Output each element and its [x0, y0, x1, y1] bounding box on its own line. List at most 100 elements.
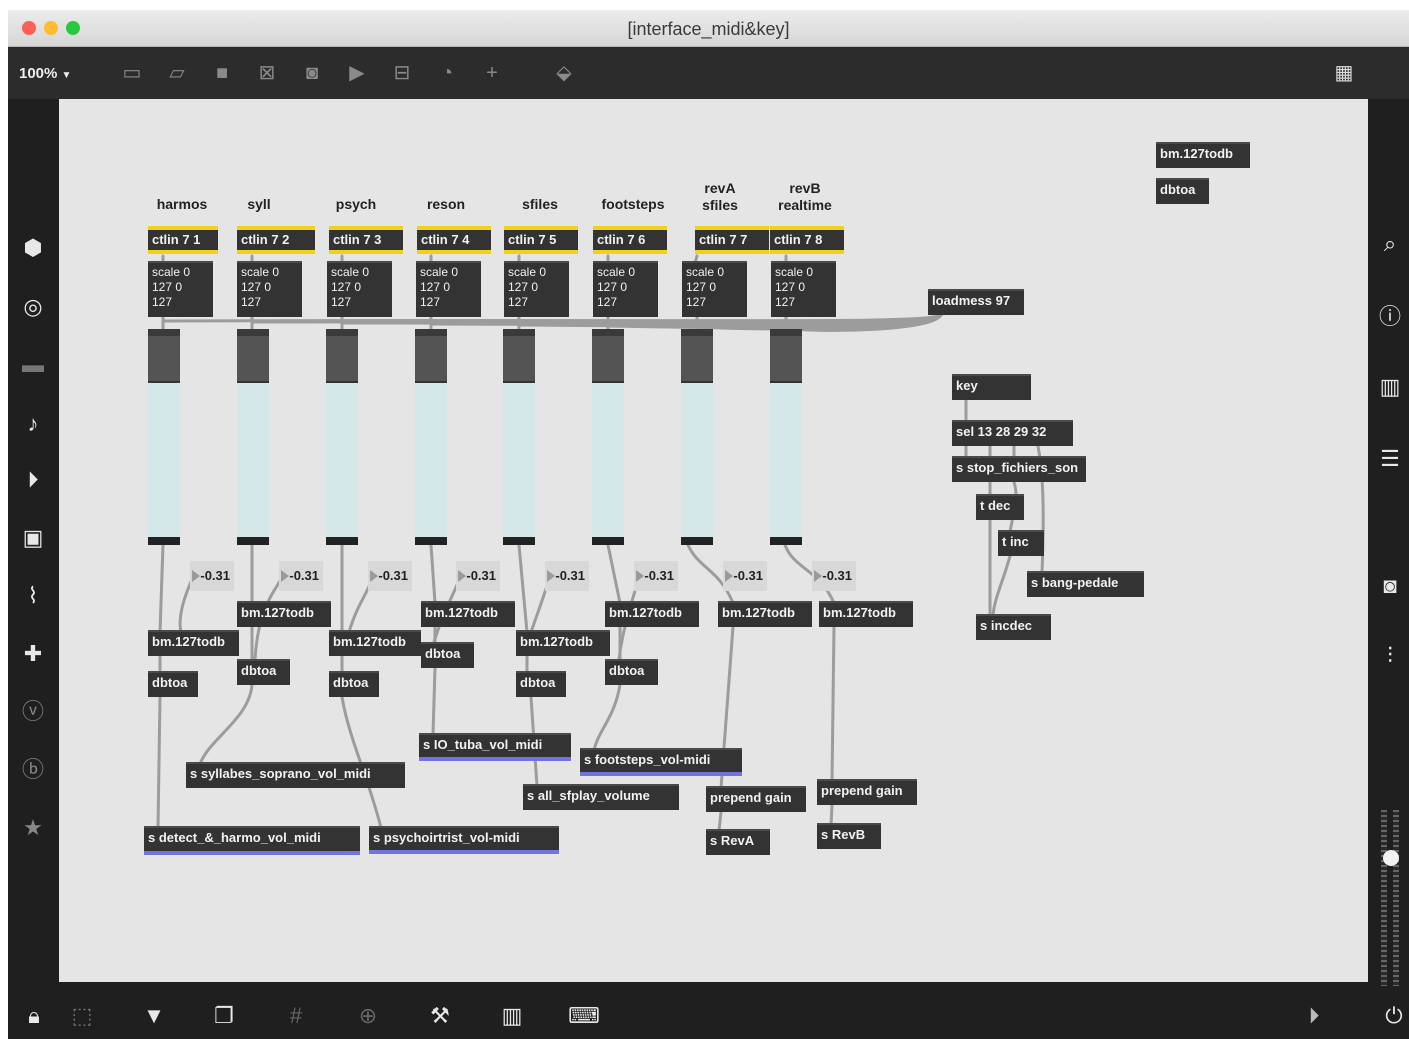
todb-object-2[interactable]: bm.127todb [237, 601, 331, 627]
number-box-7[interactable]: -0.31 [723, 561, 767, 591]
media-strip-icon[interactable]: ▬ [18, 350, 48, 380]
vst-icon[interactable]: ⓥ [18, 697, 48, 727]
ctlin-object-6[interactable]: ctlin 7 6 [593, 226, 667, 254]
zoom-level-menu[interactable]: 100% ▼ [19, 65, 71, 82]
scale-object-6[interactable]: scale 0 127 0 127 [593, 261, 658, 317]
number-box-icon[interactable]: ▶ [344, 61, 370, 85]
wrench-icon[interactable]: ⚒︎ [424, 1000, 456, 1032]
send-psychoir-object[interactable]: s psychoirtrist_vol-midi [369, 826, 559, 854]
add-object-icon[interactable]: + [479, 61, 505, 85]
todb-object-7[interactable]: bm.127todb [718, 601, 812, 627]
volume-slider-1[interactable] [148, 329, 180, 545]
grid-dots-icon[interactable]: ▦ [1331, 61, 1357, 85]
slider-icon[interactable]: ⊟ [389, 61, 415, 85]
todb-object-1[interactable]: bm.127todb [148, 630, 239, 656]
prepend-gain-b-object[interactable]: prepend gain [817, 779, 917, 805]
number-box-6[interactable]: -0.31 [634, 561, 678, 591]
volume-slider-4[interactable] [415, 329, 447, 545]
search-icon[interactable]: ⌕ [1375, 229, 1405, 259]
presentation-mode-icon[interactable]: ⬚ [66, 1000, 98, 1032]
volume-slider-3[interactable] [326, 329, 358, 545]
prepend-gain-a-object[interactable]: prepend gain [706, 786, 806, 812]
mixer-icon[interactable]: ⫶ [1375, 641, 1405, 671]
package-icon[interactable]: ⬢ [18, 233, 48, 263]
corner-todb-object[interactable]: bm.127todb [1156, 142, 1250, 168]
dbtoa-object-3[interactable]: dbtoa [329, 671, 379, 697]
send-stop-object[interactable]: s stop_fichiers_son [952, 456, 1086, 482]
number-box-8[interactable]: -0.31 [812, 561, 856, 591]
scale-object-2[interactable]: scale 0 127 0 127 [237, 261, 302, 317]
t-inc-object[interactable]: t inc [998, 530, 1044, 556]
target-icon[interactable]: ◎ [18, 292, 48, 322]
comment-icon[interactable]: ■ [209, 61, 235, 85]
volume-slider-6[interactable] [592, 329, 624, 545]
play-frames-icon[interactable]: ⏵ [18, 465, 48, 495]
dbtoa-object-2[interactable]: dbtoa [237, 659, 290, 685]
volume-slider-2[interactable] [237, 329, 269, 545]
ctlin-object-3[interactable]: ctlin 7 3 [329, 226, 403, 254]
windows-icon[interactable]: ❐ [208, 1000, 240, 1032]
list-icon[interactable]: ☰ [1375, 444, 1405, 474]
number-box-2[interactable]: -0.31 [279, 561, 323, 591]
music-note-icon[interactable]: ♪ [18, 409, 48, 439]
message-box-icon[interactable]: ▱ [164, 61, 190, 85]
send-bang-pedale-object[interactable]: s bang-pedale [1027, 571, 1144, 597]
dial-icon[interactable]: ◔ [434, 61, 460, 85]
book-icon[interactable]: ▥ [1375, 372, 1405, 402]
number-box-4[interactable]: -0.31 [456, 561, 500, 591]
send-footsteps-object[interactable]: s footsteps_vol-midi [580, 748, 742, 776]
dbtoa-object-4[interactable]: dbtoa [421, 642, 474, 668]
scale-object-5[interactable]: scale 0 127 0 127 [504, 261, 569, 317]
number-box-5[interactable]: -0.31 [545, 561, 589, 591]
t-dec-object[interactable]: t dec [976, 494, 1024, 520]
star-icon[interactable]: ★ [18, 813, 48, 843]
volume-slider-7[interactable] [681, 329, 713, 545]
ctlin-object-5[interactable]: ctlin 7 5 [504, 226, 578, 254]
grid-icon[interactable]: # [280, 1000, 312, 1032]
send-harmo-object[interactable]: s detect_&_harmo_vol_midi [144, 826, 360, 855]
lock-icon[interactable]: 🔒︎ [18, 1000, 50, 1032]
todb-object-8[interactable]: bm.127todb [819, 601, 913, 627]
volume-knob[interactable] [1383, 850, 1399, 866]
power-icon[interactable]: ⏻ [1378, 1000, 1409, 1032]
send-incdec-object[interactable]: s incdec [976, 614, 1051, 640]
piano-keys-icon[interactable]: ▥ [496, 1000, 528, 1032]
paperclip-icon[interactable]: ⌇ [18, 581, 48, 611]
patcher-canvas[interactable]: bm.127todb dbtoa harmos syll psych reson… [59, 99, 1368, 982]
todb-object-4[interactable]: bm.127todb [421, 601, 515, 627]
scale-object-7[interactable]: scale 0 127 0 127 [682, 261, 747, 317]
ctlin-object-4[interactable]: ctlin 7 4 [417, 226, 491, 254]
send-revb-object[interactable]: s RevB [817, 823, 881, 849]
number-box-1[interactable]: -0.31 [190, 561, 234, 591]
volume-slider[interactable] [1378, 810, 1404, 990]
volume-slider-5[interactable] [503, 329, 535, 545]
send-sfplay-object[interactable]: s all_sfplay_volume [523, 784, 679, 810]
ctlin-object-7[interactable]: ctlin 7 7 [695, 226, 769, 254]
key-object[interactable]: key [952, 374, 1031, 400]
corner-dbtoa-object[interactable]: dbtoa [1156, 178, 1209, 204]
new-object-icon[interactable]: ⊕ [352, 1000, 384, 1032]
todb-object-3[interactable]: bm.127todb [329, 630, 421, 656]
ctlin-object-8[interactable]: ctlin 7 8 [770, 226, 844, 254]
presentation-screen-icon[interactable]: ▼ [138, 1000, 170, 1032]
image-icon[interactable]: ▣ [18, 523, 48, 553]
keyboard-icon[interactable]: ⌨︎ [568, 1000, 600, 1032]
send-tuba-object[interactable]: s IO_tuba_vol_midi [419, 733, 571, 761]
number-box-3[interactable]: -0.31 [368, 561, 412, 591]
sel-object[interactable]: sel 13 28 29 32 [952, 420, 1073, 446]
camera-icon[interactable]: ◙ [1375, 571, 1405, 601]
todb-object-6[interactable]: bm.127todb [605, 601, 699, 627]
scale-object-1[interactable]: scale 0 127 0 127 [148, 261, 213, 317]
loadmess-object[interactable]: loadmess 97 [928, 289, 1024, 315]
volume-slider-8[interactable] [770, 329, 802, 545]
toggle-icon[interactable]: ⊠ [254, 61, 280, 85]
paint-bucket-icon[interactable]: ⬙ [551, 61, 577, 85]
plug-icon[interactable]: ✚ [18, 639, 48, 669]
scale-object-3[interactable]: scale 0 127 0 127 [327, 261, 392, 317]
audio-play-icon[interactable]: ⏵ [1298, 1000, 1330, 1032]
ctlin-object-1[interactable]: ctlin 7 1 [148, 226, 218, 254]
button-object-icon[interactable]: ◙ [299, 61, 325, 85]
scale-object-4[interactable]: scale 0 127 0 127 [416, 261, 481, 317]
ctlin-object-2[interactable]: ctlin 7 2 [237, 226, 315, 254]
todb-object-5[interactable]: bm.127todb [516, 630, 610, 656]
